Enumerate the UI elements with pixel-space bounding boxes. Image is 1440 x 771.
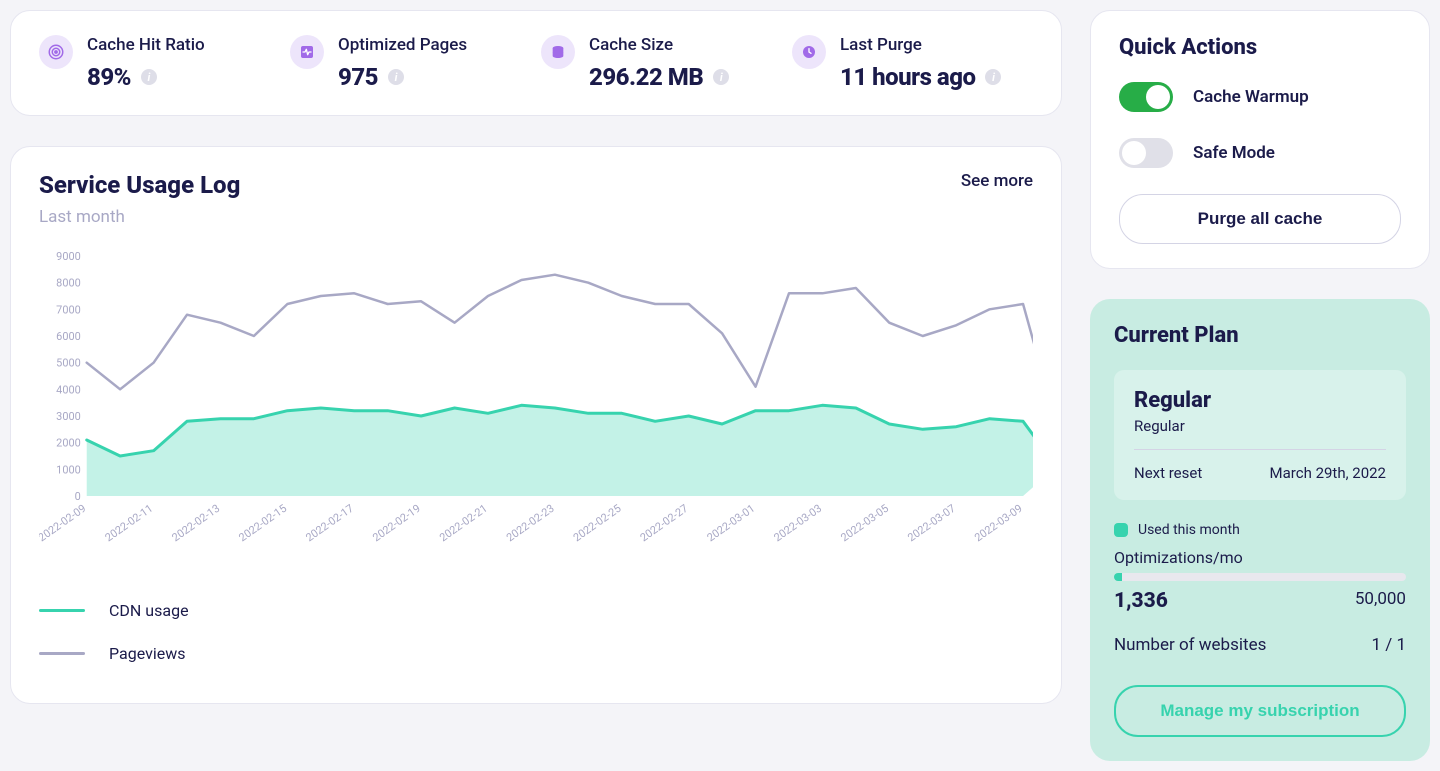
svg-text:2022-03-05: 2022-03-05 [838,502,891,545]
svg-text:2022-02-11: 2022-02-11 [103,502,156,545]
svg-text:3000: 3000 [56,410,81,423]
svg-text:2022-02-23: 2022-02-23 [504,502,557,545]
plan-name: Regular [1134,388,1386,413]
svg-text:2022-03-01: 2022-03-01 [705,502,758,545]
info-icon[interactable]: i [141,69,157,85]
quick-actions-title: Quick Actions [1119,35,1401,60]
svg-text:6000: 6000 [56,330,81,343]
svg-text:2000: 2000 [56,437,81,450]
current-plan-title: Current Plan [1114,323,1406,348]
stat-label: Last Purge [840,35,1001,55]
current-plan-card: Current Plan Regular Regular Next reset … [1090,299,1430,761]
stat-1: Optimized Pages 975 i [290,35,531,91]
svg-text:2022-02-21: 2022-02-21 [437,502,490,545]
svg-text:2022-02-25: 2022-02-25 [571,502,624,545]
used-chip-label: Used this month [1138,522,1240,538]
stat-3: Last Purge 11 hours ago i [792,35,1033,91]
plan-sub: Regular [1134,417,1386,435]
svg-text:1000: 1000 [56,463,81,476]
toggle-label: Safe Mode [1193,143,1275,163]
svg-text:2022-02-27: 2022-02-27 [638,502,691,545]
toggle-cache-warmup[interactable] [1119,82,1173,112]
optimizations-used: 1,336 [1114,589,1168,613]
stat-label: Cache Hit Ratio [87,35,205,55]
svg-text:4000: 4000 [56,383,81,396]
manage-subscription-button[interactable]: Manage my subscription [1114,685,1406,737]
service-usage-card: Service Usage Log Last month See more 0 1… [10,146,1062,704]
svg-text:2022-02-09: 2022-02-09 [39,502,88,545]
chart-title: Service Usage Log [39,171,240,199]
pulse-icon [290,35,324,69]
plan-details-box: Regular Regular Next reset March 29th, 2… [1114,370,1406,500]
svg-text:2022-03-03: 2022-03-03 [772,502,825,545]
sites-label: Number of websites [1114,635,1266,655]
next-reset-value: March 29th, 2022 [1270,464,1386,482]
svg-text:9000: 9000 [56,251,81,263]
chart-area: 0 1000 2000 3000 4000 5000 6000 7000 8000 9000 202… [39,251,1033,561]
legend-pageviews: Pageviews [39,644,1033,663]
stat-value: 296.22 MB [589,63,703,91]
svg-text:0: 0 [75,490,81,503]
optimizations-progress [1114,573,1406,581]
legend-cdn: CDN usage [39,601,1033,620]
stat-value: 975 [338,63,378,91]
svg-text:2022-03-09: 2022-03-09 [972,502,1025,545]
target-icon [39,35,73,69]
used-chip-icon [1114,523,1128,537]
clock-icon [792,35,826,69]
toggle-label: Cache Warmup [1193,87,1309,107]
stat-value: 89% [87,63,131,91]
toggle-safe-mode[interactable] [1119,138,1173,168]
info-icon[interactable]: i [388,69,404,85]
chart-subtitle: Last month [39,207,240,227]
optimizations-label: Optimizations/mo [1114,548,1406,567]
svg-text:2022-02-13: 2022-02-13 [170,502,223,545]
stat-label: Cache Size [589,35,729,55]
stat-value: 11 hours ago [840,63,975,91]
info-icon[interactable]: i [985,69,1001,85]
stat-0: Cache Hit Ratio 89% i [39,35,280,91]
stat-label: Optimized Pages [338,35,467,55]
stats-card: Cache Hit Ratio89%iOptimized Pages975iCa… [10,10,1062,116]
database-icon [541,35,575,69]
svg-text:2022-02-15: 2022-02-15 [236,502,289,545]
stat-2: Cache Size 296.22 MB i [541,35,782,91]
see-more-link[interactable]: See more [961,171,1033,191]
svg-text:8000: 8000 [56,277,81,290]
svg-text:5000: 5000 [56,357,81,370]
svg-text:2022-03-07: 2022-03-07 [905,502,958,545]
svg-text:7000: 7000 [56,303,81,316]
svg-text:2022-02-19: 2022-02-19 [370,502,423,545]
next-reset-label: Next reset [1134,464,1202,482]
purge-cache-button[interactable]: Purge all cache [1119,194,1401,244]
sites-value: 1 / 1 [1371,635,1406,655]
quick-actions-card: Quick Actions Cache Warmup Safe Mode Purg… [1090,10,1430,269]
optimizations-max: 50,000 [1355,589,1406,613]
svg-text:2022-02-17: 2022-02-17 [303,502,356,545]
info-icon[interactable]: i [713,69,729,85]
